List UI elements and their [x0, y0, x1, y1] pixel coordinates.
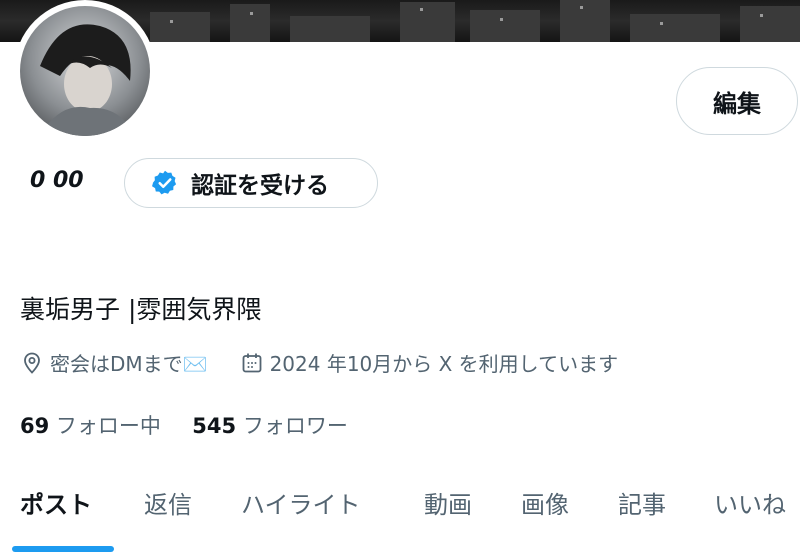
verified-badge-icon	[152, 170, 177, 195]
avatar-image	[20, 6, 150, 136]
following-count: 69	[20, 414, 50, 438]
tab-posts[interactable]: ポスト	[20, 485, 92, 520]
location-pin-icon	[24, 352, 40, 374]
followers-label: フォロワー	[242, 414, 348, 438]
followers-link[interactable]: 545 フォロワー	[192, 414, 348, 438]
tab-articles[interactable]: 記事	[618, 485, 666, 520]
following-label: フォロー中	[55, 414, 161, 438]
edit-button-label: 編集	[713, 89, 761, 118]
profile-joined-date: 2024 年10月から X を利用しています	[269, 352, 619, 376]
following-link[interactable]: 69 フォロー中	[20, 414, 168, 438]
tab-videos[interactable]: 動画	[424, 485, 472, 520]
active-tab-indicator	[12, 546, 114, 552]
verify-button-label: 認証を受ける	[191, 173, 329, 199]
avatar[interactable]	[14, 0, 156, 142]
profile-location: 密会はDMまで✉️	[50, 352, 208, 376]
tab-replies[interactable]: 返信	[144, 485, 192, 520]
tab-photos[interactable]: 画像	[521, 485, 569, 520]
profile-badges: 0 00	[30, 168, 84, 193]
get-verified-button[interactable]: 認証を受ける	[124, 158, 378, 208]
followers-count: 545	[192, 414, 237, 438]
profile-tabs: ポスト 返信 ハイライト 動画 画像 記事 いいね	[0, 485, 800, 525]
calendar-icon	[242, 353, 261, 372]
follow-stats: 69 フォロー中 545 フォロワー	[20, 410, 348, 440]
display-name: 裏垢男子 |雰囲気界隈	[20, 295, 262, 324]
tab-highlights[interactable]: ハイライト	[241, 485, 361, 520]
tab-likes[interactable]: いいね	[714, 485, 786, 520]
edit-profile-button[interactable]: 編集	[676, 67, 798, 135]
profile-meta: 密会はDMまで✉️ 2024 年10月から X を利用しています	[20, 348, 618, 377]
